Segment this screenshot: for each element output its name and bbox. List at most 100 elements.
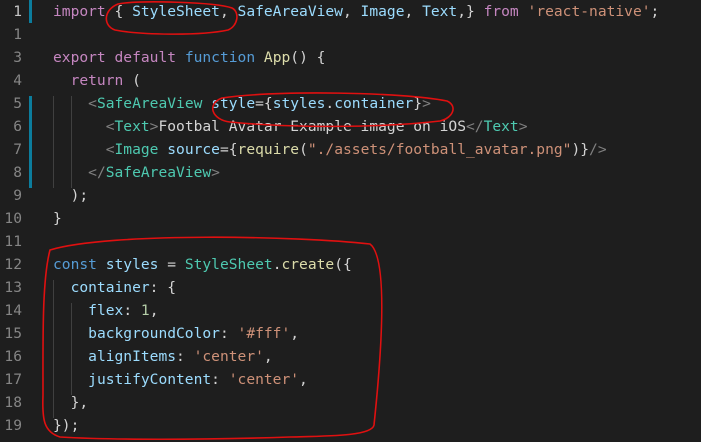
code-line[interactable]: 11 [0, 230, 701, 253]
code-token: flex [88, 302, 124, 319]
code-text: }); [53, 414, 79, 437]
code-line[interactable]: 13 container: { [0, 276, 701, 299]
code-token: : [123, 302, 141, 319]
line-number: 13 [4, 279, 22, 296]
code-token: ({ [334, 256, 352, 273]
code-text: export default function App() { [53, 46, 325, 69]
code-token: import [53, 3, 106, 20]
code-text: backgroundColor: '#fff', [53, 322, 299, 345]
line-number: 11 [4, 233, 22, 250]
line-number: 14 [4, 302, 22, 319]
indent-guide [53, 96, 54, 188]
line-number: 5 [13, 95, 22, 112]
code-token: Text [114, 118, 150, 135]
line-number: 19 [4, 417, 22, 434]
code-token: App [263, 49, 291, 66]
code-token: </ [88, 164, 106, 181]
code-token: ( [299, 141, 308, 158]
code-token: /> [589, 141, 607, 158]
code-token: 'react-native' [527, 3, 651, 20]
code-token: ={ [255, 95, 273, 112]
code-line[interactable]: 8 </SafeAreaView> [0, 161, 701, 184]
code-token: < [88, 95, 97, 112]
code-token: require [237, 141, 300, 158]
line-number: 4 [13, 72, 22, 89]
code-token: , [219, 3, 238, 20]
code-line[interactable]: 16 alignItems: 'center', [0, 345, 701, 368]
code-line[interactable]: 19}); [0, 414, 701, 437]
line-number: 16 [4, 348, 22, 365]
code-text: return ( [53, 69, 141, 92]
code-token: . [325, 95, 335, 112]
code-text: flex: 1, [53, 299, 158, 322]
code-token: Image [114, 141, 159, 158]
code-token: ); [53, 187, 89, 204]
code-token: container [70, 279, 150, 296]
line-number: 9 [13, 187, 22, 204]
code-token: , [299, 371, 308, 388]
code-line[interactable]: 18 }, [0, 391, 701, 414]
code-token: ( [123, 72, 141, 89]
line-number: 17 [4, 371, 22, 388]
code-token: , [263, 348, 273, 365]
code-token: Text [483, 118, 519, 135]
line-number: 12 [4, 256, 22, 273]
code-text: container: { [53, 276, 176, 299]
code-token: ,} [457, 3, 484, 20]
code-editor[interactable]: 1 import { StyleSheet, SafeAreaView, Imag… [0, 0, 701, 442]
code-token: styles [105, 256, 159, 273]
code-token: style [211, 95, 256, 112]
code-token: default [114, 49, 177, 66]
code-token: > [211, 164, 220, 181]
code-token: { [105, 3, 133, 20]
code-token: ={ [219, 141, 238, 158]
code-token: styles [272, 95, 326, 112]
code-token: from [483, 3, 519, 20]
code-token: > [422, 95, 431, 112]
line-number: 18 [4, 394, 22, 411]
code-token: : [176, 348, 194, 365]
code-token: StyleSheet [184, 256, 273, 273]
code-token: SafeAreaView [237, 3, 343, 20]
code-text: const styles = StyleSheet.create({ [53, 253, 352, 276]
code-line[interactable]: 3 export default function App() { [0, 46, 701, 69]
code-line[interactable]: 17 justifyContent: 'center', [0, 368, 701, 391]
code-text: } [53, 207, 62, 230]
code-token: , [404, 3, 423, 20]
code-text: <Image source={require("./assets/footbal… [53, 138, 607, 161]
code-line[interactable]: 15 backgroundColor: '#fff', [0, 322, 701, 345]
code-text: import { StyleSheet, SafeAreaView, Image… [53, 0, 659, 23]
code-line[interactable]: 1 [0, 23, 701, 46]
code-line[interactable]: 10} [0, 207, 701, 230]
code-token: 'center' [228, 371, 300, 388]
code-line[interactable]: 7 <Image source={require("./assets/footb… [0, 138, 701, 161]
code-token: }); [53, 417, 80, 434]
line-number: 10 [4, 210, 22, 227]
code-token: </ [466, 118, 484, 135]
code-token: const [53, 256, 97, 273]
code-token: source [167, 141, 220, 158]
code-token: )} [571, 141, 590, 158]
line-number: 1 [13, 26, 22, 43]
code-token: Footbal Avatar Example image on iOS [158, 118, 466, 135]
code-line[interactable]: 6 <Text>Footbal Avatar Example image on … [0, 115, 701, 138]
indent-guide [53, 280, 54, 418]
code-line[interactable]: 12 const styles = StyleSheet.create({ [0, 253, 701, 276]
code-line[interactable]: 14 flex: 1, [0, 299, 701, 322]
code-line[interactable]: 9 ); [0, 184, 701, 207]
code-token: 1 [140, 302, 150, 319]
code-line[interactable]: 5 <SafeAreaView style={styles.container}… [0, 92, 701, 115]
code-token: backgroundColor [88, 325, 220, 342]
indent-guide [71, 96, 72, 188]
code-token: Image [360, 3, 405, 20]
code-token: , [149, 302, 159, 319]
code-line[interactable]: 4 return ( [0, 69, 701, 92]
code-token: StyleSheet [132, 3, 220, 20]
code-line[interactable]: 1 import { StyleSheet, SafeAreaView, Imag… [0, 0, 701, 23]
